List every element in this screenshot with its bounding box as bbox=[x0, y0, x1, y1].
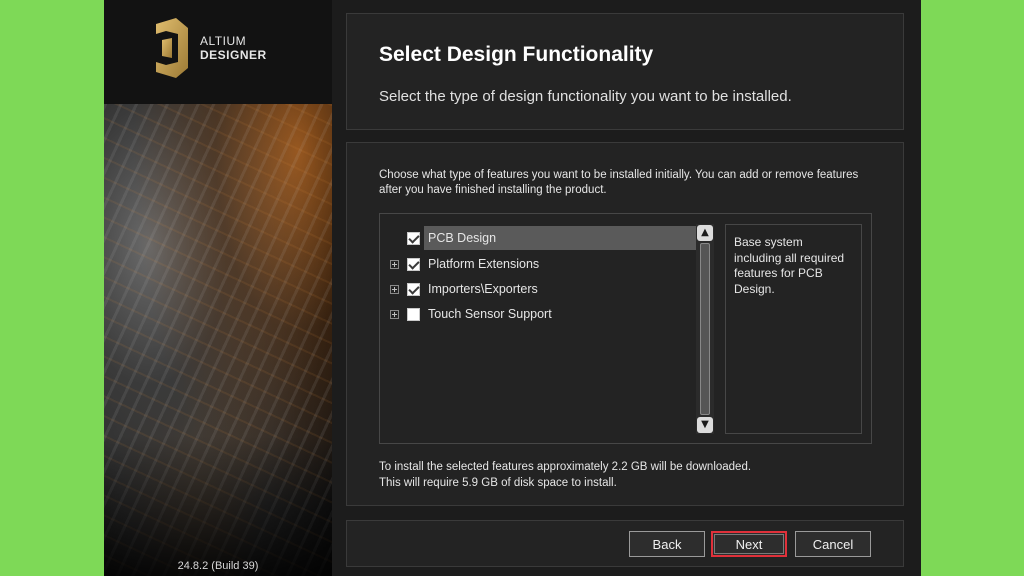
feature-label-touch-sensor-support: Touch Sensor Support bbox=[428, 307, 552, 321]
page-subtitle: Select the type of design functionality … bbox=[379, 88, 792, 105]
feature-row-pcb-design[interactable]: PCB Design bbox=[390, 226, 696, 250]
expand-plus-icon[interactable] bbox=[390, 259, 399, 269]
feature-label-wrap: Importers\Exporters bbox=[424, 277, 696, 301]
checkbox-touch-sensor-support[interactable] bbox=[407, 307, 420, 321]
altium-logo: ALTIUM DESIGNER bbox=[152, 18, 267, 78]
next-button[interactable]: Next bbox=[711, 531, 787, 557]
branding-panel: ALTIUM DESIGNER 24.8.2 (Build 39) bbox=[104, 0, 332, 576]
content-panel: Choose what type of features you want to… bbox=[346, 142, 904, 506]
circuit-board-artwork bbox=[104, 104, 332, 576]
installer-window: ALTIUM DESIGNER 24.8.2 (Build 39) Select… bbox=[104, 0, 921, 576]
chevron-down-icon[interactable]: ▼ bbox=[697, 417, 713, 433]
footer-panel: Back Next Cancel bbox=[346, 520, 904, 567]
intro-text: Choose what type of features you want to… bbox=[379, 169, 859, 196]
feature-label-pcb-design: PCB Design bbox=[428, 231, 497, 245]
disk-space-line: This will require 5.9 GB of disk space t… bbox=[379, 477, 617, 489]
expander-placeholder bbox=[390, 234, 399, 243]
feature-label-wrap: Touch Sensor Support bbox=[424, 302, 696, 326]
feature-row-platform-extensions[interactable]: Platform Extensions bbox=[390, 252, 696, 276]
expand-plus-icon[interactable] bbox=[390, 284, 399, 294]
feature-row-touch-sensor-support[interactable]: Touch Sensor Support bbox=[390, 302, 696, 326]
logo-line2: DESIGNER bbox=[200, 48, 267, 62]
feature-label-wrap: Platform Extensions bbox=[424, 252, 696, 276]
feature-selector: PCB Design Platform Extensions Importers… bbox=[379, 213, 872, 444]
download-size-line: To install the selected features approxi… bbox=[379, 461, 752, 473]
chevron-up-icon[interactable]: ▲ bbox=[697, 225, 713, 241]
page-title: Select Design Functionality bbox=[379, 43, 654, 66]
feature-description: Base system including all required featu… bbox=[725, 224, 862, 434]
download-size-note: To install the selected features approxi… bbox=[379, 459, 879, 491]
expand-plus-icon[interactable] bbox=[390, 309, 399, 319]
header-panel: Select Design Functionality Select the t… bbox=[346, 13, 904, 130]
scrollbar-thumb[interactable] bbox=[700, 243, 710, 415]
checkbox-pcb-design[interactable] bbox=[407, 231, 420, 245]
version-label: 24.8.2 (Build 39) bbox=[177, 560, 259, 572]
feature-label-platform-extensions: Platform Extensions bbox=[428, 257, 540, 271]
logo-line1: ALTIUM bbox=[200, 34, 247, 48]
feature-row-importers-exporters[interactable]: Importers\Exporters bbox=[390, 277, 696, 301]
logo-wordmark: ALTIUM DESIGNER bbox=[200, 34, 267, 62]
feature-list-scrollbar[interactable]: ▲ ▼ bbox=[696, 224, 714, 434]
checkbox-platform-extensions[interactable] bbox=[407, 257, 420, 271]
checkbox-importers-exporters[interactable] bbox=[407, 282, 420, 296]
back-button[interactable]: Back bbox=[629, 531, 705, 557]
altium-logo-icon bbox=[156, 18, 188, 78]
feature-tree: PCB Design Platform Extensions Importers… bbox=[380, 222, 696, 434]
cancel-button[interactable]: Cancel bbox=[795, 531, 871, 557]
feature-label-importers-exporters: Importers\Exporters bbox=[428, 282, 538, 296]
feature-label-wrap: PCB Design bbox=[424, 226, 696, 250]
